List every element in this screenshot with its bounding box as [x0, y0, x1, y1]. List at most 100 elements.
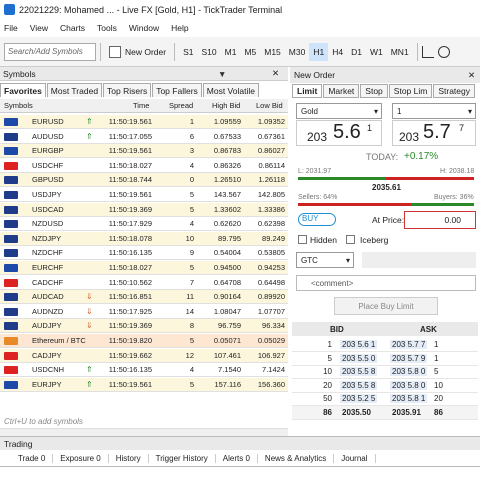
volume-stepper[interactable]: 1 ▾: [392, 103, 476, 119]
table-row[interactable]: NZDCHF 11:50:16.135 9 0.54004 0.53805: [0, 246, 288, 261]
table-row[interactable]: EURGBP 11:50:19.561 3 0.86783 0.86027: [0, 144, 288, 159]
buy-price-box[interactable]: 203 5.7 7: [392, 120, 476, 146]
sell-price-box[interactable]: 203 5.6 1: [296, 120, 382, 146]
trading-panel-header: Trading: [0, 436, 480, 450]
timeframe-m30[interactable]: M30: [285, 43, 310, 61]
flag-icon: [4, 380, 18, 389]
table-row[interactable]: USDJPY 11:50:19.561 5 143.567 142.805: [0, 188, 288, 202]
tab-exposure[interactable]: Exposure 0: [53, 454, 109, 463]
symbol-name: EURGBP: [32, 146, 64, 156]
tab-history[interactable]: History: [109, 454, 149, 463]
search-input[interactable]: Search/Add Symbols: [4, 42, 96, 61]
spread-cell: 5: [189, 204, 194, 214]
symbol-name: USDCAD: [32, 204, 64, 214]
close-icon[interactable]: ✕: [272, 68, 279, 79]
at-price-input[interactable]: 0.00: [404, 211, 476, 229]
hidden-checkbox[interactable]: [298, 235, 307, 244]
table-row[interactable]: CADCHF 11:50:10.562 7 0.64708 0.64498: [0, 275, 288, 290]
timeframe-h4[interactable]: H4: [328, 43, 347, 61]
timeframe-w1[interactable]: W1: [366, 43, 387, 61]
tab-market[interactable]: Market: [323, 84, 360, 98]
filter-icon[interactable]: ▼: [218, 69, 226, 79]
col-spread[interactable]: Spread: [169, 101, 193, 110]
add-symbols-hint: Ctrl+U to add symbols: [4, 417, 83, 426]
flag-icon: [4, 322, 18, 331]
table-row[interactable]: AUDJPY ⇓ 11:50:19.369 8 96.759 96.334: [0, 319, 288, 334]
buy-sell-toggle[interactable]: BUY: [298, 213, 336, 226]
ask-price: 203 5.8 1: [390, 394, 428, 403]
menu-window[interactable]: Window: [129, 23, 159, 33]
menu-help[interactable]: Help: [171, 23, 188, 33]
low-bid-cell: 0.67361: [257, 131, 285, 141]
table-row[interactable]: EURUSD ⇑ 11:50:19.561 1 1.09559 1.09352: [0, 115, 288, 129]
tab-journal[interactable]: Journal: [334, 454, 376, 463]
table-row[interactable]: NZDUSD 11:50:17.929 4 0.62620 0.62398: [0, 217, 288, 232]
low-bid-cell: 156.360: [257, 379, 285, 389]
tab-favorites[interactable]: Favorites: [0, 83, 46, 97]
col-high-bid[interactable]: High Bid: [212, 101, 240, 110]
table-row[interactable]: EURCHF 11:50:18.027 5 0.94500 0.94253: [0, 261, 288, 275]
table-row[interactable]: AUDUSD ⇑ 11:50:17.055 6 0.67533 0.67361: [0, 129, 288, 144]
low-bid-cell: 0.89920: [257, 292, 285, 302]
menu-view[interactable]: View: [30, 23, 48, 33]
tab-news[interactable]: News & Analytics: [258, 454, 335, 463]
symbol-name: GBPUSD: [32, 175, 64, 185]
menu-file[interactable]: File: [4, 23, 18, 33]
symbol-name: NZDUSD: [32, 219, 64, 229]
col-low-bid[interactable]: Low Bid: [256, 101, 283, 110]
timeframe-h1[interactable]: H1: [309, 42, 329, 61]
timeframe-m1[interactable]: M1: [221, 43, 241, 61]
close-icon[interactable]: ✕: [468, 70, 475, 81]
table-row[interactable]: AUDCAD ⇓ 11:50:16.851 11 0.90164 0.89920: [0, 290, 288, 305]
col-time[interactable]: Time: [133, 101, 149, 110]
tab-most-volatile[interactable]: Most Volatile: [202, 83, 259, 97]
menu-tools[interactable]: Tools: [97, 23, 117, 33]
spread-cell: 5: [189, 336, 194, 345]
place-buy-limit-button[interactable]: Place Buy Limit: [334, 297, 438, 315]
table-row[interactable]: Ethereum / BTC 11:50:19.820 5 0.05071 0.…: [0, 334, 288, 348]
tab-trigger-history[interactable]: Trigger History: [149, 454, 216, 463]
timeframe-m5[interactable]: M5: [240, 43, 260, 61]
horizontal-scrollbar[interactable]: [0, 428, 288, 436]
tab-top-risers[interactable]: Top Risers: [103, 83, 152, 97]
tab-top-fallers[interactable]: Top Fallers: [152, 83, 202, 97]
low-bid-cell: 0.86114: [258, 160, 285, 170]
col-symbols[interactable]: Symbols: [4, 101, 33, 110]
table-row[interactable]: USDCNH ⇑ 11:50:16.135 4 7.1540 7.1424: [0, 363, 288, 378]
table-row[interactable]: USDCHF 11:50:18.027 4 0.86326 0.86114: [0, 158, 288, 173]
tab-limit[interactable]: Limit: [292, 84, 323, 98]
expiry-field[interactable]: [362, 252, 476, 268]
symbol-select[interactable]: Gold ▾: [296, 103, 382, 119]
tab-strategy[interactable]: Strategy: [433, 84, 475, 98]
high-bid-cell: 107.461: [213, 350, 241, 360]
timeframe-s1[interactable]: S1: [179, 43, 197, 61]
table-row[interactable]: EURJPY ⇑ 11:50:19.561 5 157.116 156.360: [0, 377, 288, 392]
timeframe-m15[interactable]: M15: [260, 43, 285, 61]
tab-alerts[interactable]: Alerts 0: [216, 454, 258, 463]
table-row[interactable]: USDCAD 11:50:19.369 5 1.33602 1.33386: [0, 202, 288, 217]
new-order-button[interactable]: New Order: [105, 43, 170, 61]
timeframe-d1[interactable]: D1: [347, 43, 366, 61]
menu-charts[interactable]: Charts: [60, 23, 85, 33]
tab-stop[interactable]: Stop: [360, 84, 388, 98]
table-row[interactable]: CADJPY 11:50:19.662 12 107.461 106.927: [0, 348, 288, 363]
tif-select[interactable]: GTC ▾: [296, 252, 354, 268]
timeframe-mn1[interactable]: MN1: [387, 43, 413, 61]
comment-input[interactable]: <comment>: [296, 275, 476, 291]
table-row[interactable]: NZDJPY 11:50:18.078 10 89.795 89.249: [0, 231, 288, 246]
tab-most-traded[interactable]: Most Traded: [46, 83, 103, 97]
flag-icon: [4, 132, 18, 141]
time-cell: 11:50:19.369: [108, 204, 152, 214]
iceberg-checkbox[interactable]: [346, 235, 355, 244]
new-order-icon: [109, 45, 121, 58]
new-order-label: New Order: [125, 46, 167, 57]
chart-icon[interactable]: [421, 45, 434, 58]
tab-stop-lim[interactable]: Stop Lim: [388, 84, 433, 98]
time-cell: 11:50:19.820: [108, 336, 152, 345]
tab-trade[interactable]: Trade 0: [0, 454, 54, 463]
table-row[interactable]: AUDNZD ⇓ 11:50:17.925 14 1.08047 1.07707: [0, 304, 288, 319]
indicator-icon[interactable]: [437, 45, 450, 58]
table-row[interactable]: GBPUSD 11:50:18.744 0 1.26510 1.26118: [0, 173, 288, 188]
timeframe-s10[interactable]: S10: [198, 43, 221, 61]
today-label: TODAY:: [366, 152, 399, 162]
